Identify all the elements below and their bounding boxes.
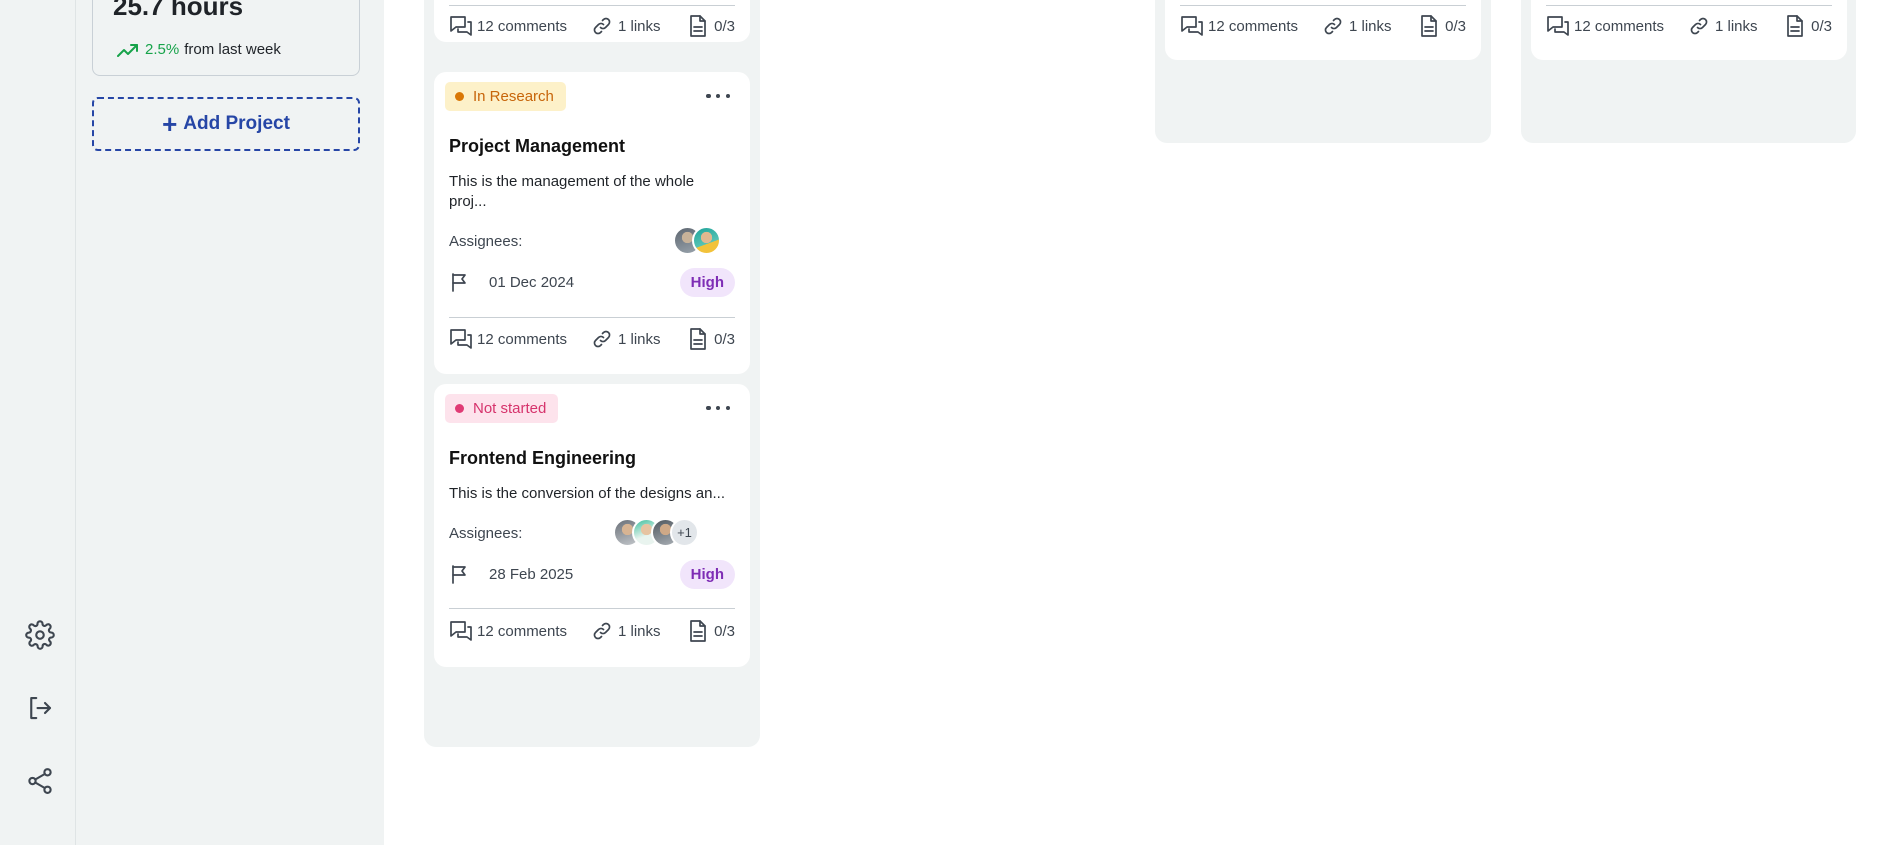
- status-badge: In Research: [445, 82, 566, 111]
- status-badge: Not started: [445, 394, 559, 423]
- due-row: 01 Dec 2024 High: [449, 267, 735, 297]
- due-date: 28 Feb 2025: [489, 565, 574, 583]
- card-title: Frontend Engineering: [449, 448, 636, 468]
- stat-value: 25.7 hours: [113, 0, 244, 21]
- comments-icon: [450, 16, 472, 36]
- card-description: This is the management of the whole proj…: [449, 173, 695, 210]
- file-icon: [690, 620, 706, 642]
- comments-icon: [1547, 16, 1569, 36]
- stat-trend: 2.5% from last week: [117, 41, 281, 58]
- task-card[interactable]: 12 comments 1 links 0/3: [1531, 0, 1847, 60]
- flag-icon: [452, 273, 466, 292]
- file-icon: [690, 15, 706, 37]
- card-footer: 12 comments 1 links 0/3: [1180, 12, 1466, 40]
- link-icon: [593, 17, 611, 35]
- files-count[interactable]: 0/3: [1419, 15, 1466, 37]
- priority-badge: High: [679, 267, 735, 297]
- share-icon[interactable]: [22, 763, 58, 799]
- card-divider: [1180, 5, 1466, 6]
- file-icon: [690, 328, 706, 350]
- task-card[interactable]: 12 comments 1 links 0/3: [1165, 0, 1481, 60]
- file-icon: [1421, 15, 1437, 37]
- links-count[interactable]: 1 links: [592, 16, 661, 36]
- avatar: [692, 226, 721, 255]
- card-divider: [449, 317, 735, 318]
- assignees-label: Assignees:: [449, 233, 523, 250]
- comments-icon: [1181, 16, 1203, 36]
- assignee-avatars[interactable]: +1: [613, 518, 699, 547]
- comments-count[interactable]: 12 comments: [449, 15, 567, 37]
- board-column: 12 comments 1 links 0/3: [1521, 0, 1856, 143]
- file-icon: [1787, 15, 1803, 37]
- comments-count[interactable]: 12 comments: [449, 328, 567, 350]
- card-footer: 12 comments 1 links 0/3: [449, 12, 735, 40]
- comments-count[interactable]: 12 comments: [1546, 15, 1664, 37]
- files-count[interactable]: 0/3: [688, 15, 735, 37]
- assignees-label: Assignees:: [449, 525, 523, 542]
- card-divider: [449, 5, 735, 6]
- board-column: 12 comments 1 links 0/3 In Research Proj…: [424, 0, 760, 747]
- trend-up-icon: [117, 43, 138, 57]
- task-card[interactable]: Not started Frontend Engineering This is…: [434, 384, 750, 667]
- board-column: 12 comments 1 links 0/3: [1155, 0, 1491, 143]
- link-icon: [1324, 17, 1342, 35]
- time-stat-card: 25.7 hours 2.5% from last week: [92, 0, 360, 76]
- plus-icon: +: [162, 109, 178, 139]
- card-footer: 12 comments 1 links 0/3: [449, 325, 735, 353]
- stat-trend-note: from last week: [184, 41, 281, 58]
- card-title: Project Management: [449, 136, 626, 156]
- logout-icon[interactable]: [22, 690, 58, 726]
- more-options-icon[interactable]: [706, 86, 730, 106]
- links-count[interactable]: 1 links: [592, 329, 661, 349]
- files-count[interactable]: 0/3: [688, 620, 735, 642]
- task-card[interactable]: In Research Project Management This is t…: [434, 72, 750, 374]
- links-count[interactable]: 1 links: [1689, 16, 1758, 36]
- priority-badge: High: [679, 559, 735, 589]
- add-project-button[interactable]: + Add Project: [92, 97, 360, 151]
- comments-icon: [450, 621, 472, 641]
- link-icon: [593, 330, 611, 348]
- card-description: This is the conversion of the designs an…: [449, 485, 725, 502]
- settings-icon[interactable]: [22, 617, 58, 653]
- comments-icon: [450, 329, 472, 349]
- link-icon: [1690, 17, 1708, 35]
- card-divider: [1546, 5, 1832, 6]
- comments-count[interactable]: 12 comments: [449, 620, 567, 642]
- more-assignees-count: +1: [670, 518, 699, 547]
- status-dot: [455, 404, 464, 413]
- files-count[interactable]: 0/3: [1785, 15, 1832, 37]
- icon-rail: [0, 0, 76, 845]
- more-options-icon[interactable]: [706, 398, 730, 418]
- assignee-avatars[interactable]: [673, 226, 721, 255]
- status-dot: [455, 92, 464, 101]
- due-date: 01 Dec 2024: [489, 273, 575, 291]
- add-project-label: Add Project: [183, 113, 290, 134]
- card-footer: 12 comments 1 links 0/3: [449, 617, 735, 645]
- task-card[interactable]: 12 comments 1 links 0/3: [434, 0, 750, 42]
- files-count[interactable]: 0/3: [688, 328, 735, 350]
- links-count[interactable]: 1 links: [592, 621, 661, 641]
- card-footer: 12 comments 1 links 0/3: [1546, 12, 1832, 40]
- card-divider: [449, 608, 735, 609]
- link-icon: [593, 622, 611, 640]
- comments-count[interactable]: 12 comments: [1180, 15, 1298, 37]
- stat-trend-percent: 2.5%: [145, 41, 180, 58]
- due-row: 28 Feb 2025 High: [449, 559, 735, 589]
- flag-icon: [452, 565, 466, 584]
- links-count[interactable]: 1 links: [1323, 16, 1392, 36]
